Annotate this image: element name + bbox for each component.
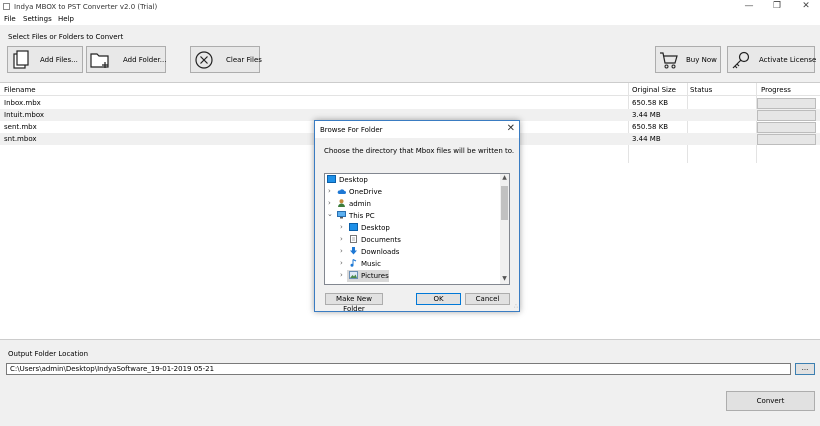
tree-item-documents[interactable]: › Documents (325, 234, 501, 246)
make-new-folder-button[interactable]: Make New Folder (325, 293, 383, 313)
dialog-message: Choose the directory that Mbox files wil… (324, 147, 515, 155)
pictures-icon (349, 271, 358, 279)
convert-button[interactable]: Convert (726, 391, 815, 411)
cloud-icon (337, 189, 346, 194)
cancel-button[interactable]: Cancel (465, 293, 510, 305)
expand-arrow-icon[interactable]: › (340, 259, 343, 267)
download-icon (350, 247, 357, 255)
add-folder-button[interactable]: Add Folder... (86, 46, 166, 73)
restore-icon[interactable]: ❐ (763, 0, 791, 14)
row-filename: sent.mbx (4, 123, 37, 131)
scroll-down-icon[interactable]: ▼ (500, 275, 509, 284)
resize-grip-icon[interactable]: ∴ (514, 303, 518, 310)
menu-help[interactable]: Help (58, 15, 74, 23)
activate-license-button[interactable]: Activate License (727, 46, 817, 73)
scroll-thumb[interactable] (501, 186, 508, 220)
app-icon (3, 3, 10, 10)
add-files-button[interactable]: Add Files... (7, 46, 83, 73)
row-progress-bar (757, 134, 816, 145)
desktop-folder-icon (327, 175, 336, 183)
tree-item-downloads[interactable]: › Downloads (325, 246, 501, 258)
activate-license-label: Activate License (759, 56, 817, 64)
grid-header: Filename Original Size Status Progress (0, 83, 820, 96)
browse-button[interactable]: ... (795, 363, 815, 375)
user-icon (338, 199, 345, 207)
collapse-arrow-icon[interactable]: ⌄ (327, 210, 333, 218)
add-files-label: Add Files... (40, 56, 78, 64)
add-files-icon (13, 50, 29, 69)
computer-icon (337, 211, 346, 219)
row-filename: Inbox.mbx (4, 99, 41, 107)
expand-arrow-icon[interactable]: › (340, 235, 343, 243)
row-progress-bar (757, 110, 816, 121)
column-progress[interactable]: Progress (761, 86, 791, 94)
row-size: 3.44 MB (632, 111, 661, 119)
row-size: 3.44 MB (632, 135, 661, 143)
close-icon[interactable]: ✕ (792, 0, 820, 14)
tree-item-pictures[interactable]: › Pictures (340, 270, 389, 282)
row-size: 650.58 KB (632, 123, 669, 131)
browse-folder-dialog: Browse For Folder ✕ Choose the directory… (314, 120, 520, 313)
key-icon (732, 51, 750, 69)
dialog-close-icon[interactable]: ✕ (507, 123, 515, 134)
expand-arrow-icon[interactable]: › (328, 199, 331, 207)
tree-item-desktop[interactable]: Desktop (325, 174, 501, 186)
expand-arrow-icon[interactable]: › (340, 247, 343, 255)
menu-bar: File Settings Help (0, 14, 820, 25)
title-bar: Indya MBOX to PST Converter v2.0 (Trial)… (0, 0, 820, 14)
output-path-input[interactable]: C:\Users\admin\Desktop\IndyaSoftware_19-… (6, 363, 791, 375)
clear-files-button[interactable]: Clear Files (190, 46, 262, 73)
row-progress-bar (757, 122, 816, 133)
output-folder-label: Output Folder Location (8, 350, 89, 358)
scroll-up-icon[interactable]: ▲ (500, 174, 509, 183)
row-filename: snt.mbox (4, 135, 37, 143)
tree-scrollbar[interactable]: ▲ ▼ (500, 174, 509, 284)
expand-arrow-icon[interactable]: › (340, 271, 343, 279)
buy-now-label: Buy Now (686, 56, 717, 64)
column-status[interactable]: Status (690, 86, 712, 94)
documents-icon (350, 235, 357, 243)
table-row[interactable]: Inbox.mbx 650.58 KB (0, 97, 820, 109)
minimize-icon[interactable]: — (735, 0, 763, 14)
folder-tree[interactable]: Desktop › OneDrive › admin ⌄ This PC › D… (324, 173, 510, 285)
tree-item-this-pc[interactable]: ⌄ This PC (325, 210, 501, 222)
expand-arrow-icon[interactable]: › (328, 187, 331, 195)
menu-file[interactable]: File (4, 15, 16, 23)
expand-arrow-icon[interactable]: › (340, 223, 343, 231)
column-filename[interactable]: Filename (4, 86, 36, 94)
music-icon (350, 259, 357, 267)
tree-item-admin[interactable]: › admin (325, 198, 501, 210)
clear-files-label: Clear Files (226, 56, 262, 64)
add-folder-label: Add Folder... (123, 56, 167, 64)
desktop-folder-icon (349, 223, 358, 231)
cart-icon (660, 52, 678, 69)
tree-item-pc-desktop[interactable]: › Desktop (325, 222, 501, 234)
tree-item-music[interactable]: › Music (325, 258, 501, 270)
row-size: 650.58 KB (632, 99, 669, 107)
column-original-size[interactable]: Original Size (632, 86, 676, 94)
buy-now-button[interactable]: Buy Now (655, 46, 721, 73)
ok-button[interactable]: OK (416, 293, 461, 305)
row-filename: Intuit.mbox (4, 111, 45, 119)
dialog-title: Browse For Folder (320, 126, 383, 134)
window-title: Indya MBOX to PST Converter v2.0 (Trial) (14, 3, 158, 11)
menu-settings[interactable]: Settings (23, 15, 52, 23)
clear-icon (195, 51, 213, 69)
tree-item-onedrive[interactable]: › OneDrive (325, 186, 501, 198)
row-progress-bar (757, 98, 816, 109)
select-files-label: Select Files or Folders to Convert (8, 33, 124, 41)
dialog-title-bar: Browse For Folder ✕ (315, 121, 519, 138)
add-folder-icon (90, 53, 109, 68)
